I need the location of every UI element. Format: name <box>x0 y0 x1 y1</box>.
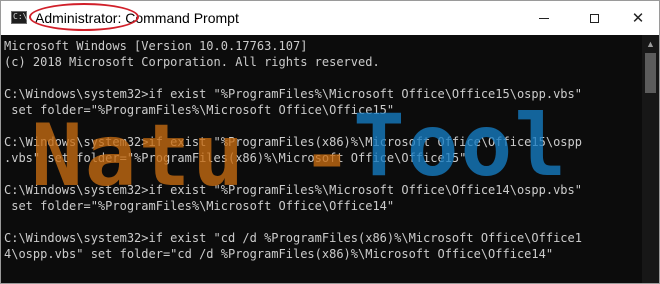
cmd-app-icon[interactable]: C:\ <box>11 11 27 24</box>
console-line: .vbs" set folder="%ProgramFiles(x86)%\Mi… <box>4 151 467 165</box>
console-line: 4\ospp.vbs" set folder="cd /d %ProgramFi… <box>4 247 554 261</box>
close-button[interactable]: ✕ <box>615 1 659 35</box>
command-prompt-window: C:\ Administrator: Command Prompt ✕ Micr… <box>0 0 660 284</box>
console-output[interactable]: Microsoft Windows [Version 10.0.17763.10… <box>1 35 641 283</box>
scroll-thumb[interactable] <box>645 53 656 93</box>
console-line: set folder="%ProgramFiles%\Microsoft Off… <box>4 199 395 213</box>
scroll-up-arrow-icon[interactable]: ▲ <box>642 35 659 52</box>
console-line: C:\Windows\system32>if exist "%ProgramFi… <box>4 183 582 197</box>
console-line: C:\Windows\system32>if exist "cd /d %Pro… <box>4 231 582 245</box>
console-line: Microsoft Windows [Version 10.0.17763.10… <box>4 39 308 53</box>
console-line: C:\Windows\system32>if exist "%ProgramFi… <box>4 135 582 149</box>
console-line: C:\Windows\system32>if exist "%ProgramFi… <box>4 87 582 101</box>
minimize-button[interactable] <box>521 1 567 35</box>
maximize-icon <box>589 13 599 23</box>
vertical-scrollbar[interactable]: ▲ <box>642 35 659 283</box>
maximize-button[interactable] <box>571 1 617 35</box>
title-command-prompt: Command Prompt <box>121 10 239 26</box>
highlight-ring <box>29 3 139 31</box>
app-icon-glyph: C:\ <box>13 12 28 21</box>
console-line: set folder="%ProgramFiles%\Microsoft Off… <box>4 103 395 117</box>
minimize-icon <box>539 17 549 19</box>
title-bar[interactable]: C:\ Administrator: Command Prompt ✕ <box>1 1 659 35</box>
console-line: (c) 2018 Microsoft Corporation. All righ… <box>4 55 380 69</box>
close-icon: ✕ <box>631 8 645 27</box>
window-title: Administrator: Command Prompt <box>29 3 239 31</box>
